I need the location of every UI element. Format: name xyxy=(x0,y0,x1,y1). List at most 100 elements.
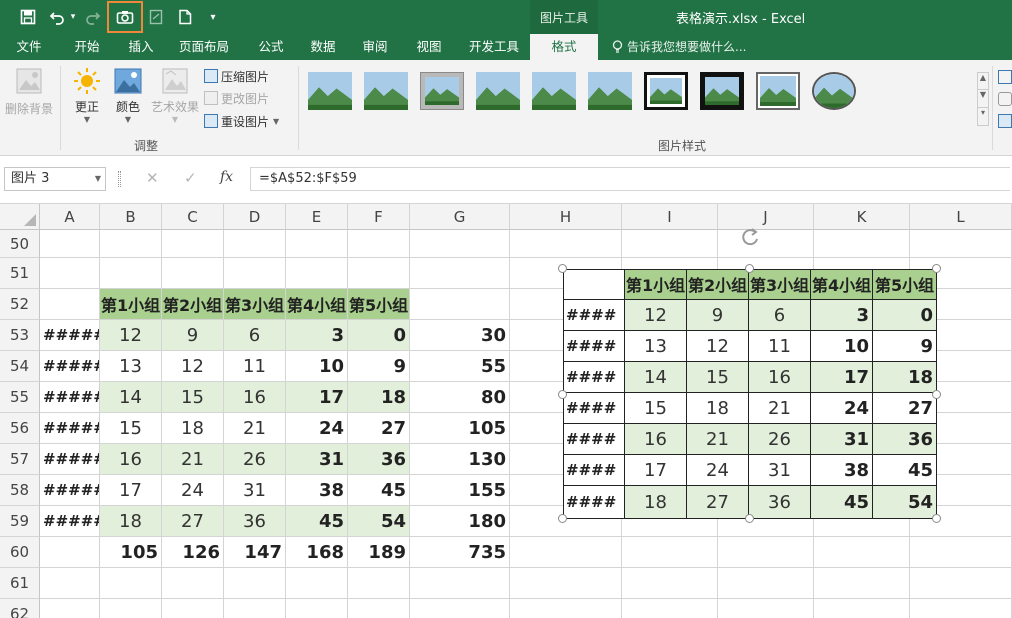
total-cell[interactable]: 168 xyxy=(286,537,348,568)
value-cell[interactable]: 17 xyxy=(100,475,162,506)
value-cell[interactable]: 27 xyxy=(162,506,224,537)
cell[interactable] xyxy=(910,568,1012,599)
gallery-up-icon[interactable]: ▲ xyxy=(977,72,989,90)
value-cell[interactable]: 10 xyxy=(286,351,348,382)
column-header-a[interactable]: A xyxy=(40,204,100,230)
picture-style-3[interactable] xyxy=(420,72,464,110)
value-cell[interactable]: 0 xyxy=(348,320,410,351)
date-cell[interactable]: ##### xyxy=(40,413,100,444)
formula-input[interactable]: =$A$52:$F$59 xyxy=(250,167,1010,191)
cell[interactable] xyxy=(410,289,510,320)
cell[interactable] xyxy=(100,599,162,618)
cell[interactable] xyxy=(622,599,718,618)
value-cell[interactable]: 14 xyxy=(100,382,162,413)
tab-insert[interactable]: 插入 xyxy=(118,34,164,60)
remove-background-button[interactable]: 删除背景 xyxy=(2,66,56,117)
cell[interactable] xyxy=(910,599,1012,618)
value-cell[interactable]: 38 xyxy=(286,475,348,506)
value-cell[interactable]: 9 xyxy=(162,320,224,351)
cell[interactable] xyxy=(622,230,718,258)
cell[interactable] xyxy=(224,230,286,258)
cell[interactable] xyxy=(410,230,510,258)
group-header-cell[interactable]: 第2小组 xyxy=(162,289,224,320)
column-header-l[interactable]: L xyxy=(910,204,1012,230)
total-cell[interactable]: 105 xyxy=(100,537,162,568)
value-cell[interactable]: 26 xyxy=(224,444,286,475)
tab-format[interactable]: 格式 xyxy=(530,34,598,60)
value-cell[interactable]: 21 xyxy=(162,444,224,475)
compress-pictures-button[interactable]: 压缩图片 xyxy=(204,66,269,86)
tab-file[interactable]: 文件 xyxy=(6,34,52,60)
row-header-61[interactable]: 61 xyxy=(0,568,40,599)
tell-me-search[interactable]: 告诉我您想要做什么... xyxy=(612,34,746,60)
picture-style-2[interactable] xyxy=(364,72,408,110)
value-cell[interactable]: 12 xyxy=(100,320,162,351)
cell[interactable] xyxy=(100,230,162,258)
cell[interactable] xyxy=(224,258,286,289)
column-header-e[interactable]: E xyxy=(286,204,348,230)
tab-data[interactable]: 数据 xyxy=(300,34,346,60)
cell[interactable] xyxy=(348,230,410,258)
cell[interactable] xyxy=(40,258,100,289)
tab-page-layout[interactable]: 页面布局 xyxy=(172,34,236,60)
cell[interactable] xyxy=(348,599,410,618)
cell[interactable] xyxy=(510,230,622,258)
row-header-58[interactable]: 58 xyxy=(0,475,40,506)
select-all-corner[interactable] xyxy=(0,204,40,230)
value-cell[interactable]: 45 xyxy=(348,475,410,506)
new-file-icon[interactable] xyxy=(174,6,196,28)
value-cell[interactable]: 16 xyxy=(224,382,286,413)
picture-style-5[interactable] xyxy=(532,72,576,110)
value-cell[interactable]: 30 xyxy=(410,320,510,351)
tab-review[interactable]: 审阅 xyxy=(352,34,398,60)
picture-style-10[interactable] xyxy=(812,72,856,110)
column-header-j[interactable]: J xyxy=(718,204,814,230)
value-cell[interactable]: 15 xyxy=(100,413,162,444)
cell[interactable] xyxy=(162,568,224,599)
date-cell[interactable]: ##### xyxy=(40,475,100,506)
cell[interactable] xyxy=(348,258,410,289)
value-cell[interactable]: 27 xyxy=(348,413,410,444)
date-cell[interactable]: ##### xyxy=(40,444,100,475)
gallery-down-icon[interactable]: ▼ xyxy=(977,90,989,108)
total-cell[interactable]: 189 xyxy=(348,537,410,568)
value-cell[interactable]: 13 xyxy=(100,351,162,382)
value-cell[interactable]: 12 xyxy=(162,351,224,382)
row-header-62[interactable]: 62 xyxy=(0,599,40,618)
picture-style-8[interactable] xyxy=(700,72,744,110)
row-header-57[interactable]: 57 xyxy=(0,444,40,475)
value-cell[interactable]: 16 xyxy=(100,444,162,475)
cell[interactable] xyxy=(40,537,100,568)
cell[interactable] xyxy=(162,599,224,618)
insert-function-icon[interactable]: fx xyxy=(220,169,233,185)
cell[interactable] xyxy=(286,599,348,618)
name-box[interactable]: 图片 3 ▼ xyxy=(4,167,106,191)
undo-dropdown-icon[interactable]: ▾ xyxy=(68,6,78,28)
date-cell[interactable]: ##### xyxy=(40,351,100,382)
picture-style-6[interactable] xyxy=(588,72,632,110)
total-cell[interactable]: 126 xyxy=(162,537,224,568)
value-cell[interactable]: 11 xyxy=(224,351,286,382)
row-header-50[interactable]: 50 xyxy=(0,230,40,258)
row-header-52[interactable]: 52 xyxy=(0,289,40,320)
column-header-f[interactable]: F xyxy=(348,204,410,230)
resize-handle[interactable] xyxy=(932,514,941,523)
formula-bar-grip[interactable] xyxy=(118,171,121,187)
value-cell[interactable]: 9 xyxy=(348,351,410,382)
artistic-effects-button[interactable]: 艺术效果 ▼ xyxy=(148,66,202,124)
cell[interactable] xyxy=(40,599,100,618)
column-header-c[interactable]: C xyxy=(162,204,224,230)
picture-border-icon[interactable] xyxy=(998,70,1012,84)
value-cell[interactable]: 36 xyxy=(224,506,286,537)
row-header-51[interactable]: 51 xyxy=(0,258,40,289)
cell[interactable] xyxy=(100,568,162,599)
cell[interactable] xyxy=(40,568,100,599)
resize-handle[interactable] xyxy=(558,514,567,523)
value-cell[interactable]: 17 xyxy=(286,382,348,413)
cell[interactable] xyxy=(162,230,224,258)
cell[interactable] xyxy=(814,599,910,618)
value-cell[interactable]: 6 xyxy=(224,320,286,351)
cell[interactable] xyxy=(40,289,100,320)
value-cell[interactable]: 54 xyxy=(348,506,410,537)
cell[interactable] xyxy=(510,537,622,568)
